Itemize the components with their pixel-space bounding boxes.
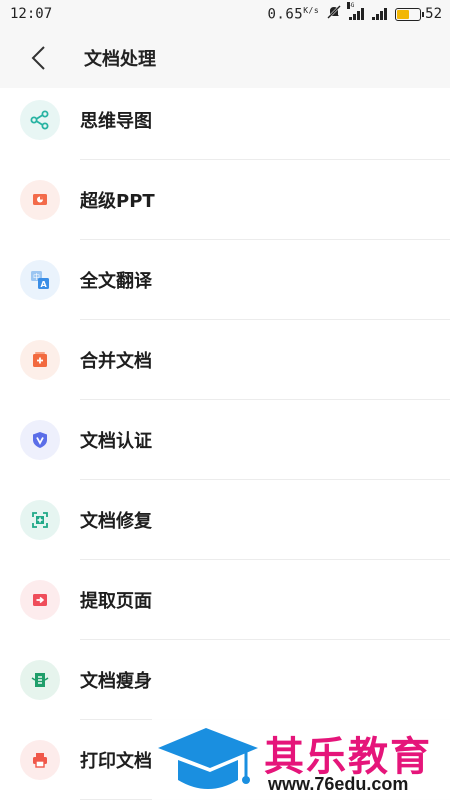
battery-level: 52: [425, 6, 442, 22]
list-item-translate[interactable]: 中 A 全文翻译: [0, 240, 450, 320]
svg-text:中: 中: [33, 272, 40, 281]
list-item-slim[interactable]: 文档瘦身: [0, 640, 450, 720]
list-item-extract[interactable]: 提取页面: [0, 560, 450, 640]
status-indicators: 0.65K/s 4G 52: [267, 2, 442, 23]
slim-icon: [20, 660, 60, 700]
list-item-label: 合并文档: [80, 351, 152, 372]
list-item-label: 文档瘦身: [80, 671, 152, 692]
printer-icon: [20, 740, 60, 780]
list-item-certify[interactable]: 文档认证: [0, 400, 450, 480]
notification-muted-icon: [327, 5, 342, 23]
status-bar: 12:07 0.65K/s 4G 52: [0, 0, 450, 28]
page-title: 文档处理: [84, 49, 156, 70]
list-item-repair[interactable]: 文档修复: [0, 480, 450, 560]
extract-icon: [20, 580, 60, 620]
list-item-label: 超级PPT: [80, 191, 155, 212]
list-item-merge[interactable]: 合并文档: [0, 320, 450, 400]
graduation-cap-icon: [158, 728, 258, 789]
mindmap-icon: [20, 100, 60, 140]
watermark: 其乐教育 www.76edu.com: [152, 718, 450, 800]
list-item-label: 打印文档: [80, 751, 152, 772]
list-item-label: 思维导图: [80, 111, 152, 132]
list-item-label: 文档认证: [80, 431, 152, 452]
list-item-label: 提取页面: [80, 591, 152, 612]
chevron-left-icon: [31, 46, 45, 70]
list-item-ppt[interactable]: 超级PPT: [0, 160, 450, 240]
battery-indicator: 52: [395, 6, 442, 22]
signal-4g-icon: 4G: [347, 2, 365, 20]
repair-icon: [20, 500, 60, 540]
svg-text:A: A: [41, 280, 48, 289]
ppt-icon: [20, 180, 60, 220]
list-item-label: 文档修复: [80, 511, 152, 532]
feature-list: 思维导图 超级PPT 中 A 全文翻译 合并文档 文档认证 文档修复 提取页面 …: [0, 80, 450, 800]
translate-icon: 中 A: [20, 260, 60, 300]
nav-bar: 文档处理: [0, 28, 450, 88]
network-speed: 0.65K/s: [267, 5, 320, 23]
back-button[interactable]: [10, 28, 66, 88]
signal-icon: [372, 8, 388, 20]
list-item-label: 全文翻译: [80, 271, 152, 292]
list-item-mindmap[interactable]: 思维导图: [0, 80, 450, 160]
status-time: 12:07: [10, 6, 53, 22]
watermark-url: www.76edu.com: [268, 774, 409, 794]
shield-icon: [20, 420, 60, 460]
battery-icon: [395, 7, 425, 21]
merge-icon: [20, 340, 60, 380]
